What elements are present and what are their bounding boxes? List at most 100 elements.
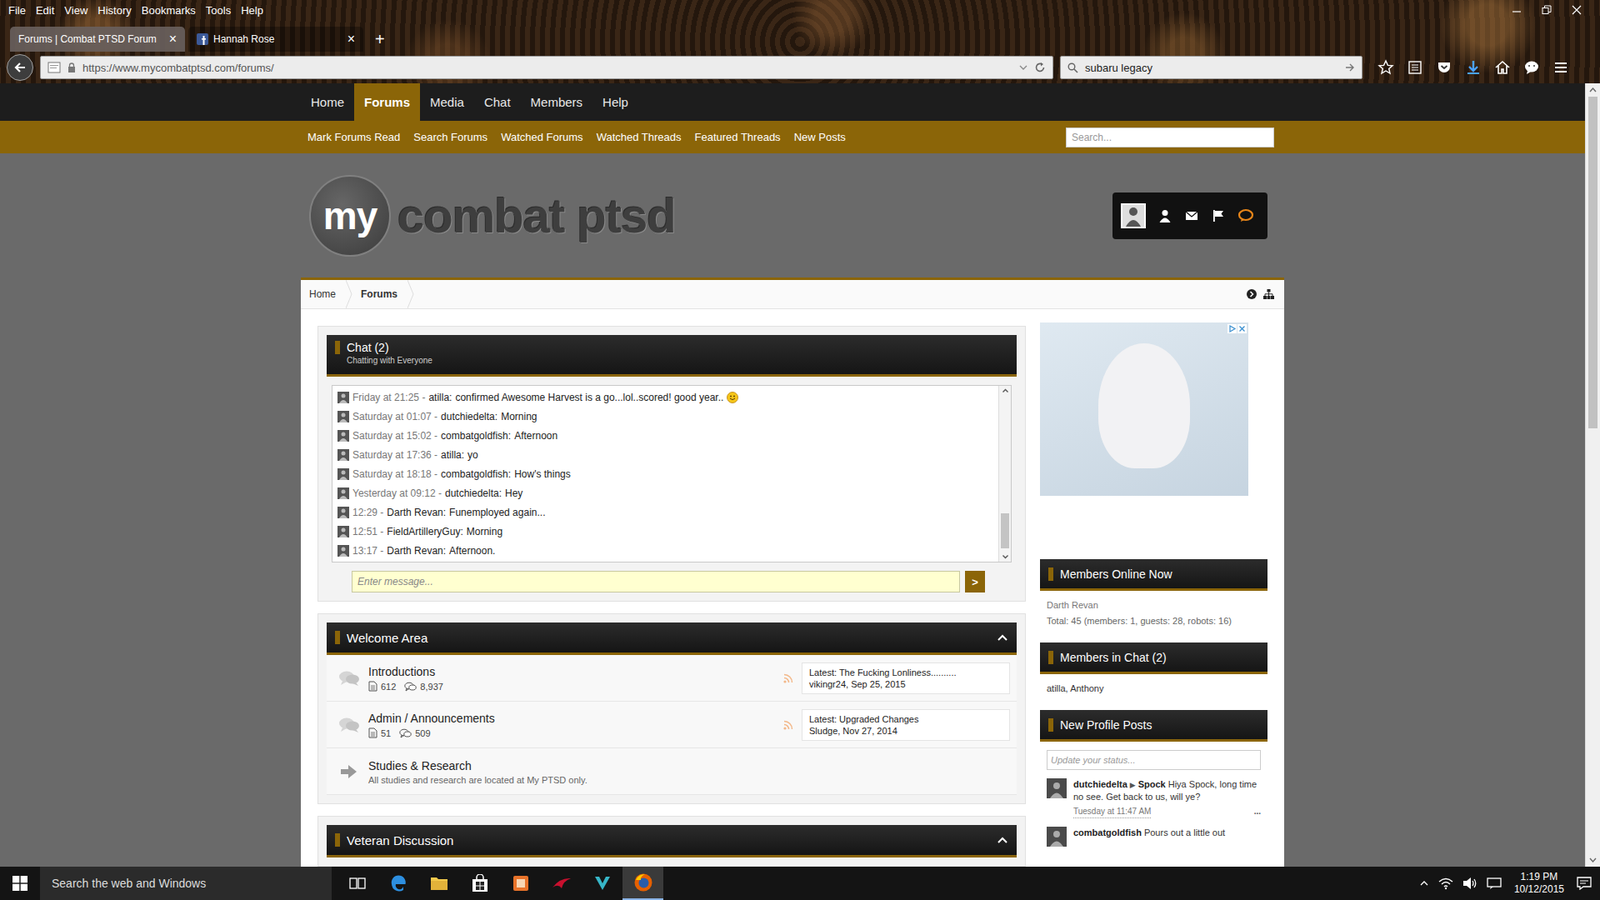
- conversations-icon[interactable]: [1237, 208, 1255, 224]
- menu-item[interactable]: Tools: [200, 4, 236, 17]
- close-icon[interactable]: [1571, 5, 1582, 15]
- forum-name[interactable]: Admin / Announcements: [368, 710, 775, 726]
- page-scroll-down-icon[interactable]: [1585, 853, 1600, 867]
- nav-tab[interactable]: Forums: [354, 83, 420, 121]
- poster-avatar-icon[interactable]: [1046, 826, 1067, 847]
- taskbar-search[interactable]: Search the web and Windows: [40, 866, 332, 900]
- chat-avatar-icon[interactable]: [337, 545, 350, 557]
- sub-navigation-link[interactable]: Watched Threads: [590, 130, 689, 144]
- hello-chat-icon[interactable]: [1523, 59, 1540, 76]
- chat-send-button[interactable]: >: [965, 570, 985, 593]
- latest-post-box[interactable]: Latest: The Fucking Lonliness..........v…: [801, 662, 1010, 695]
- action-center-icon[interactable]: [1576, 876, 1592, 890]
- post-author[interactable]: dutchiedelta: [1073, 779, 1128, 790]
- breadcrumb-item[interactable]: Forums: [352, 288, 408, 300]
- restore-icon[interactable]: [1541, 5, 1552, 15]
- sub-navigation-link[interactable]: Mark Forums Read: [300, 130, 407, 144]
- office-app[interactable]: [500, 866, 541, 900]
- forum-name[interactable]: Studies & Research: [368, 758, 1010, 774]
- avatar-icon[interactable]: [1120, 203, 1146, 229]
- site-logo[interactable]: mycombat ptsd: [309, 175, 676, 257]
- post-author[interactable]: combatgoldfish: [1073, 827, 1142, 838]
- file-explorer-app[interactable]: [418, 866, 460, 900]
- chat-author[interactable]: combatgoldfish:: [440, 468, 511, 480]
- chat-avatar-icon[interactable]: [337, 487, 350, 500]
- menu-item[interactable]: File: [3, 4, 31, 17]
- chat-avatar-icon[interactable]: [337, 506, 350, 519]
- chat-author[interactable]: FieldArtilleryGuy:: [386, 525, 463, 538]
- chat-avatar-icon[interactable]: [337, 430, 350, 442]
- tab-close-button[interactable]: ×: [169, 31, 177, 47]
- firefox-app[interactable]: [622, 866, 664, 900]
- download-icon[interactable]: [1465, 59, 1482, 76]
- search-bar[interactable]: subaru legacy: [1060, 55, 1363, 80]
- page-scrollbar[interactable]: [1585, 83, 1600, 867]
- collapse-chevron-icon[interactable]: [996, 835, 1009, 845]
- page-scroll-up-icon[interactable]: [1585, 83, 1600, 97]
- rss-feed-icon[interactable]: [783, 720, 794, 730]
- start-button[interactable]: [0, 866, 40, 900]
- chat-avatar-icon[interactable]: [337, 391, 350, 404]
- chat-author[interactable]: Darth Revan:: [386, 545, 446, 557]
- message-icon[interactable]: [1486, 876, 1502, 890]
- browser-tab[interactable]: Hannah Rose×: [188, 26, 364, 52]
- reload-icon[interactable]: [1034, 61, 1046, 74]
- category-title[interactable]: Welcome Area: [346, 630, 428, 645]
- post-more-button[interactable]: ...: [1254, 805, 1261, 819]
- ad-close-icon[interactable]: [1237, 324, 1247, 334]
- chat-author[interactable]: Darth Revan:: [386, 506, 446, 519]
- chat-author[interactable]: atilla:: [428, 391, 452, 404]
- wifi-icon[interactable]: [1438, 876, 1454, 890]
- adchoices-icon[interactable]: [1227, 324, 1237, 334]
- menu-item[interactable]: View: [59, 4, 93, 17]
- jump-arrow-icon[interactable]: [1246, 289, 1257, 300]
- poster-avatar-icon[interactable]: [1046, 778, 1067, 799]
- alerts-flag-icon[interactable]: [1210, 208, 1226, 224]
- volume-icon[interactable]: [1462, 876, 1478, 890]
- nav-tab[interactable]: Chat: [474, 83, 521, 121]
- scroll-down-icon[interactable]: [1000, 551, 1011, 562]
- rog-app[interactable]: [540, 866, 582, 900]
- forum-name[interactable]: Introductions: [368, 664, 775, 680]
- category-title[interactable]: Veteran Discussion: [346, 833, 454, 848]
- latest-post-box[interactable]: Latest: Upgraded ChangesSludge, Nov 27, …: [801, 709, 1010, 741]
- chat-scrollbar[interactable]: [998, 385, 1011, 562]
- sub-navigation-link[interactable]: Watched Forums: [494, 130, 590, 144]
- breadcrumb-item[interactable]: Home: [300, 288, 346, 300]
- collapse-chevron-icon[interactable]: [996, 633, 1009, 642]
- edge-app[interactable]: [377, 866, 419, 900]
- new-tab-button[interactable]: +: [366, 26, 394, 52]
- chat-author[interactable]: combatgoldfish:: [440, 430, 511, 442]
- latest-post-title[interactable]: Latest: The Fucking Lonliness..........: [809, 666, 1003, 679]
- minimize-icon[interactable]: [1511, 5, 1522, 15]
- address-bar[interactable]: https://www.mycombatptsd.com/forums/: [40, 55, 1054, 80]
- tab-close-button[interactable]: ×: [347, 31, 355, 47]
- home-icon[interactable]: [1494, 59, 1511, 76]
- chat-avatar-icon[interactable]: [337, 468, 350, 480]
- sub-navigation-link[interactable]: New Posts: [787, 130, 853, 144]
- advertisement[interactable]: [1040, 322, 1249, 496]
- sub-navigation-link[interactable]: Featured Threads: [688, 130, 788, 144]
- search-go-icon[interactable]: [1345, 62, 1355, 73]
- gaming-app[interactable]: [581, 866, 623, 900]
- task-view-button[interactable]: [336, 866, 378, 900]
- pocket-icon[interactable]: [1435, 59, 1453, 76]
- chat-avatar-icon[interactable]: [337, 410, 350, 423]
- menu-item[interactable]: History: [92, 4, 136, 17]
- chat-author[interactable]: dutchiedelta:: [445, 487, 502, 500]
- scroll-up-icon[interactable]: [1000, 385, 1011, 396]
- post-time[interactable]: Tuesday at 11:47 AM: [1073, 805, 1151, 819]
- menu-icon[interactable]: [1552, 59, 1570, 76]
- online-member[interactable]: Darth Revan: [1046, 599, 1261, 612]
- sitemap-icon[interactable]: [1263, 289, 1275, 300]
- menu-item[interactable]: Help: [235, 4, 269, 17]
- menu-item[interactable]: Edit: [30, 4, 60, 17]
- bookmarks-list-icon[interactable]: [1406, 59, 1424, 76]
- latest-post-title[interactable]: Latest: Upgraded Changes: [809, 713, 1003, 725]
- dropdown-icon[interactable]: [1019, 64, 1028, 71]
- nav-tab[interactable]: Help: [592, 83, 639, 121]
- nav-tab[interactable]: Members: [520, 83, 594, 121]
- inbox-envelope-icon[interactable]: [1184, 208, 1200, 224]
- post-target[interactable]: Spock: [1138, 779, 1166, 790]
- store-app[interactable]: [459, 866, 500, 900]
